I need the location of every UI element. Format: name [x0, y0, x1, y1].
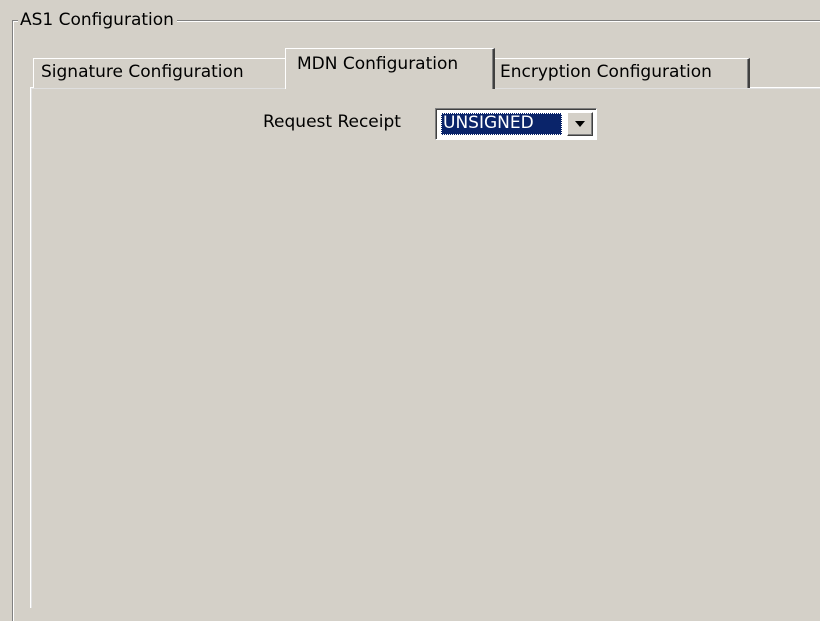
request-receipt-label: Request Receipt	[263, 112, 401, 132]
request-receipt-dropdown-button[interactable]	[567, 112, 593, 136]
chevron-down-icon	[575, 121, 585, 127]
tab-encryption-configuration[interactable]: Encryption Configuration	[494, 58, 750, 88]
as1-configuration-title: AS1 Configuration	[18, 10, 177, 30]
request-receipt-select[interactable]: UNSIGNED	[435, 108, 597, 140]
tab-signature-configuration[interactable]: Signature Configuration	[33, 58, 285, 88]
tab-mdn-configuration[interactable]: MDN Configuration	[285, 48, 495, 89]
mdn-configuration-panel	[30, 87, 820, 608]
request-receipt-selected-value[interactable]: UNSIGNED	[441, 113, 562, 135]
